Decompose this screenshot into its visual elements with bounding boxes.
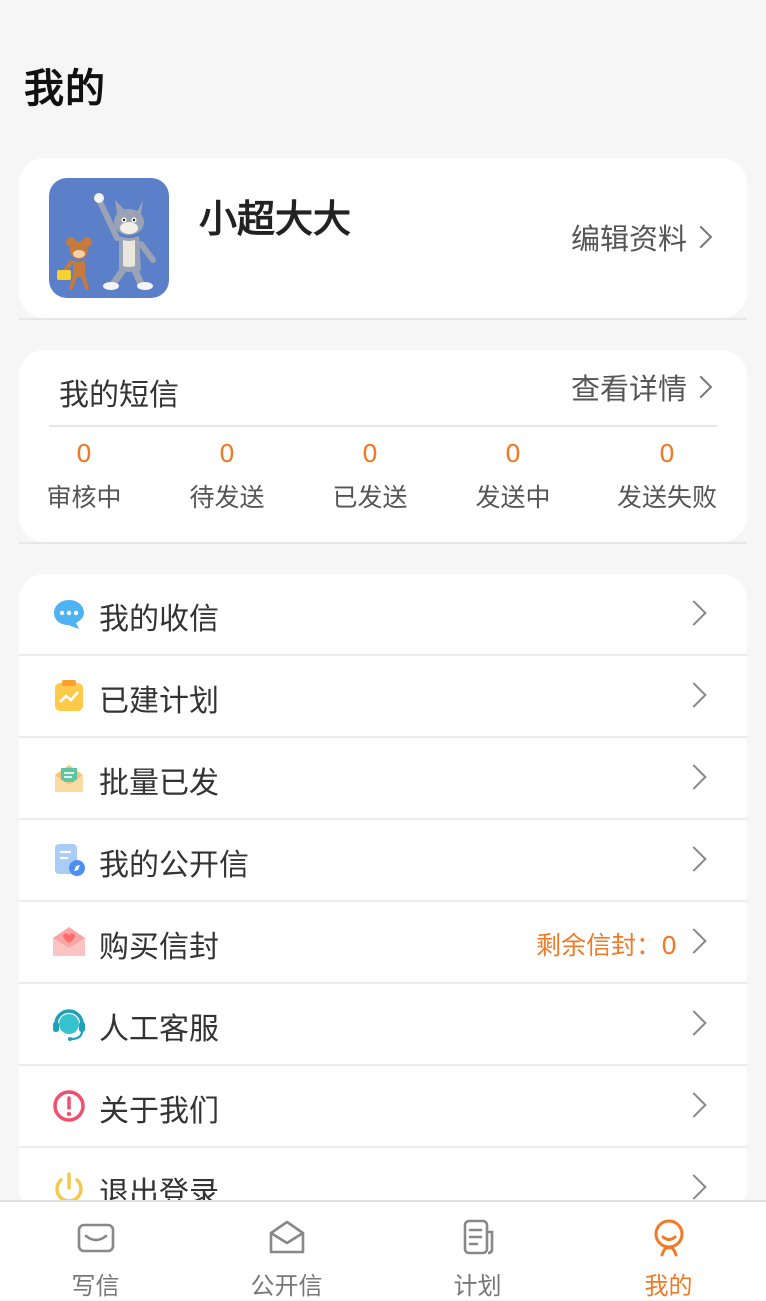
stat-failed[interactable]: 0 发送失败 [611, 436, 723, 514]
divider [19, 318, 747, 320]
stat-sent[interactable]: 0 已发送 [327, 436, 413, 514]
tab-public-letters[interactable]: 公开信 [191, 1202, 382, 1300]
stat-reviewing[interactable]: 0 审核中 [41, 436, 127, 514]
profile-card: 小超大大 编辑资料 [19, 158, 747, 318]
menu-item-about[interactable]: 关于我们 [19, 1066, 747, 1148]
page-title: 我的 [24, 66, 106, 112]
tab-label: 我的 [644, 1272, 693, 1300]
remaining-envelopes-count: 剩余信封：0 [536, 931, 677, 960]
stat-count: 0 [362, 439, 378, 468]
menu-item-label: 我的公开信 [99, 848, 249, 883]
sms-detail-label: 查看详情 [570, 372, 687, 406]
stat-label: 待发送 [189, 483, 265, 512]
bottom-tab-bar: 写信 公开信 计划 我的 [0, 1200, 766, 1300]
stat-label: 发送中 [475, 483, 551, 512]
stat-count: 0 [505, 439, 521, 468]
menu-item-inbox[interactable]: 我的收信 [19, 574, 747, 656]
alert-circle-icon [53, 1090, 85, 1122]
tab-label: 计划 [453, 1272, 502, 1300]
stat-count: 0 [659, 439, 675, 468]
document-compass-icon [55, 844, 85, 876]
sms-card: 我的短信 查看详情 0 审核中 0 待发送 0 已发送 0 发送中 0 发送失败 [19, 350, 747, 542]
chevron-right-icon [681, 600, 707, 626]
chevron-right-icon [681, 1092, 707, 1118]
chevron-right-icon [689, 225, 713, 249]
edit-profile-label: 编辑资料 [570, 222, 687, 256]
stat-label: 审核中 [46, 483, 122, 512]
sms-title: 我的短信 [59, 378, 179, 413]
user-icon [654, 1219, 684, 1257]
stat-count: 0 [219, 439, 235, 468]
profile-name: 小超大大 [199, 197, 352, 241]
menu-card: 我的收信 已建计划 批量已发 我的公开信 购买信封 剩余信封：0 人工客服 关于… [19, 574, 747, 1214]
menu-item-public-letters[interactable]: 我的公开信 [19, 820, 747, 902]
heart-envelope-icon [53, 927, 85, 956]
clipboard-chart-icon [55, 680, 83, 711]
chevron-right-icon [681, 1174, 707, 1200]
divider [49, 425, 717, 427]
stat-pending[interactable]: 0 待发送 [184, 436, 270, 514]
tab-label: 公开信 [250, 1272, 323, 1300]
avatar[interactable] [49, 178, 169, 298]
mail-icon [77, 1223, 115, 1253]
menu-item-bulk-sent[interactable]: 批量已发 [19, 738, 747, 820]
tab-write[interactable]: 写信 [0, 1202, 191, 1300]
menu-item-label: 购买信封 [99, 930, 219, 965]
chevron-right-icon [681, 682, 707, 708]
chevron-right-icon [681, 1010, 707, 1036]
stat-label: 已发送 [332, 483, 408, 512]
chevron-right-icon [681, 846, 707, 872]
menu-item-label: 已建计划 [99, 684, 219, 719]
headset-icon [53, 1009, 85, 1041]
menu-item-plans[interactable]: 已建计划 [19, 656, 747, 738]
chat-bubble-icon [54, 600, 84, 629]
menu-item-label: 人工客服 [99, 1012, 219, 1047]
chevron-right-icon [689, 375, 713, 399]
stat-label: 发送失败 [616, 483, 717, 512]
menu-item-customer-service[interactable]: 人工客服 [19, 984, 747, 1066]
menu-item-buy-envelopes[interactable]: 购买信封 剩余信封：0 [19, 902, 747, 984]
document-icon [463, 1219, 494, 1255]
tab-mine[interactable]: 我的 [573, 1202, 764, 1300]
menu-item-label: 批量已发 [99, 766, 219, 801]
open-envelope-icon [55, 765, 83, 792]
menu-item-label: 关于我们 [99, 1094, 219, 1129]
tab-plans[interactable]: 计划 [382, 1202, 573, 1300]
tab-label: 写信 [71, 1272, 120, 1300]
avatar-cartoon-icon [57, 193, 156, 290]
sms-detail-link[interactable]: 查看详情 [570, 366, 713, 408]
edit-profile-link[interactable]: 编辑资料 [570, 216, 713, 258]
open-mail-icon [269, 1220, 305, 1254]
chevron-right-icon [681, 928, 707, 954]
stat-sending[interactable]: 0 发送中 [470, 436, 556, 514]
menu-item-label: 我的收信 [99, 602, 219, 637]
stat-count: 0 [76, 439, 92, 468]
chevron-right-icon [681, 764, 707, 790]
divider [19, 542, 747, 544]
